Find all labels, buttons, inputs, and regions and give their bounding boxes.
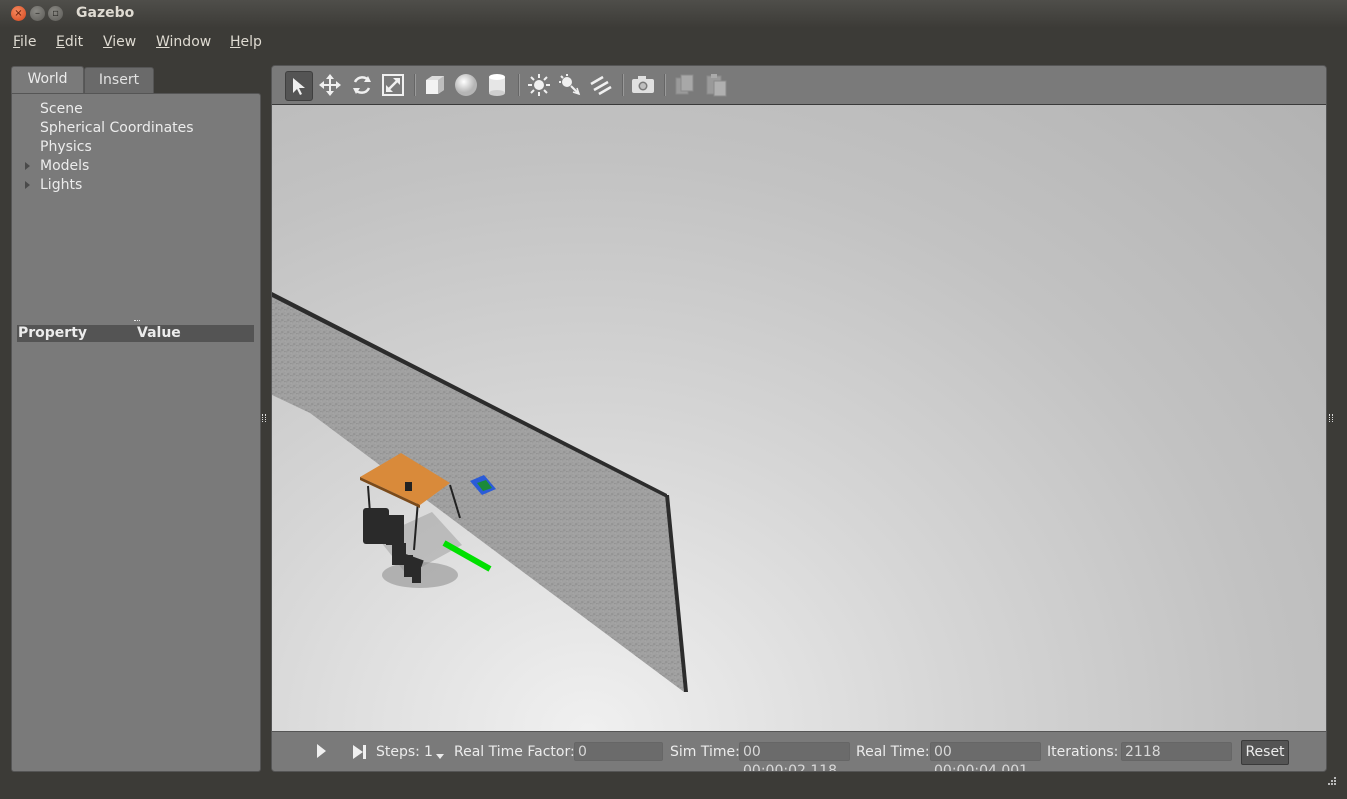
reset-button[interactable]: Reset [1241, 740, 1289, 765]
steps-label: Steps: [376, 744, 420, 760]
sim-time-label: Sim Time: [670, 744, 740, 760]
steps-value[interactable]: 1 [424, 744, 433, 760]
scale-icon[interactable] [380, 72, 406, 98]
resize-grip-icon[interactable] [1325, 776, 1337, 788]
real-time-factor-label: Real Time Factor: [454, 744, 575, 760]
translate-icon[interactable] [317, 72, 343, 98]
rotate-icon[interactable] [349, 72, 375, 98]
right-splitter-handle[interactable] [1329, 414, 1333, 422]
copy-icon[interactable] [672, 72, 698, 98]
column-resize-handle[interactable] [134, 320, 140, 324]
iterations-label: Iterations: [1047, 744, 1119, 760]
iterations-field: 2118 [1121, 742, 1232, 761]
paste-icon[interactable] [703, 72, 729, 98]
menu-bar: File Edit View Window Help [0, 28, 1347, 56]
real-time-factor-field: 0 [574, 742, 663, 761]
toolbar-separator [622, 74, 624, 96]
menu-window[interactable]: Window [156, 34, 211, 50]
step-icon[interactable] [351, 744, 367, 764]
sim-time-field: 00 00:00:02.118 [739, 742, 850, 771]
play-icon[interactable] [317, 744, 326, 758]
property-table-header: Property Value [17, 325, 254, 342]
box-icon[interactable] [422, 72, 448, 98]
render-toolbar [272, 66, 1326, 104]
spot-light-icon[interactable] [557, 72, 583, 98]
expand-arrow-icon[interactable] [25, 181, 30, 189]
render-panel: Steps: 1 Real Time Factor: 0 Sim Time: 0… [271, 65, 1327, 772]
menu-edit[interactable]: Edit [56, 34, 83, 50]
toolbar-separator [414, 74, 416, 96]
real-time-label: Real Time: [856, 744, 930, 760]
tree-item-physics[interactable]: Physics [40, 139, 92, 155]
directional-light-icon[interactable] [588, 72, 614, 98]
close-window-button[interactable]: × [11, 6, 26, 21]
left-splitter-handle[interactable] [262, 414, 266, 422]
green-axis [442, 540, 492, 572]
wall-face [272, 294, 684, 692]
sim-control-bar: Steps: 1 Real Time Factor: 0 Sim Time: 0… [272, 731, 1326, 771]
tree-item-spherical-coordinates[interactable]: Spherical Coordinates [40, 120, 194, 136]
scene-render [272, 292, 688, 692]
point-light-icon[interactable] [526, 72, 552, 98]
window-titlebar: × – ▫ Gazebo [0, 0, 1347, 28]
3d-viewport[interactable] [272, 104, 1326, 731]
toolbar-separator [518, 74, 520, 96]
real-time-field: 00 00:00:04.001 [930, 742, 1041, 771]
chevron-down-icon[interactable] [436, 754, 444, 759]
tree-item-lights[interactable]: Lights [40, 177, 82, 193]
minimize-window-button[interactable]: – [30, 6, 45, 21]
menu-view[interactable]: View [103, 34, 136, 50]
world-panel: Scene Spherical Coordinates Physics Mode… [11, 93, 261, 772]
menu-file[interactable]: File [13, 34, 36, 50]
value-column-header[interactable]: Value [137, 325, 181, 342]
screenshot-icon[interactable] [630, 72, 656, 98]
property-column-header[interactable]: Property [18, 325, 87, 342]
select-arrow-icon[interactable] [285, 71, 313, 101]
tab-world[interactable]: World [11, 66, 84, 94]
window-title: Gazebo [76, 5, 135, 21]
cylinder-icon[interactable] [484, 72, 510, 98]
tab-insert[interactable]: Insert [84, 67, 154, 94]
maximize-window-button[interactable]: ▫ [48, 6, 63, 21]
expand-arrow-icon[interactable] [25, 162, 30, 170]
sphere-icon[interactable] [453, 72, 479, 98]
tree-item-scene[interactable]: Scene [40, 101, 83, 117]
tree-item-models[interactable]: Models [40, 158, 89, 174]
menu-help[interactable]: Help [230, 34, 262, 50]
toolbar-separator [664, 74, 666, 96]
